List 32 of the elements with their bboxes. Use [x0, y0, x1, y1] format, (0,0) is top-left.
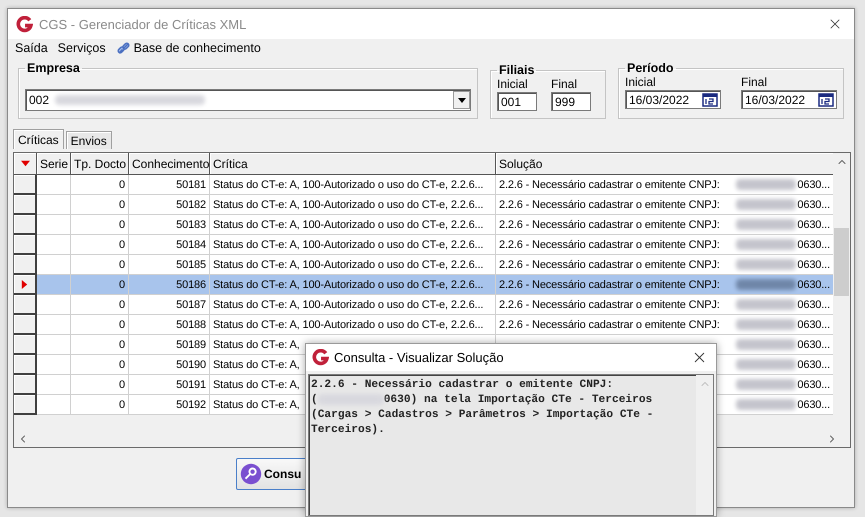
solution-text: 0630... [797, 238, 830, 250]
solution-text: 0630... [797, 338, 830, 350]
solution-text: 0630... [797, 318, 830, 330]
field-label: Inicial [497, 77, 529, 91]
solution-text: 0630... [797, 398, 830, 410]
table-cell: 50192 [129, 395, 210, 415]
solution-text: 0630... [797, 178, 830, 190]
group-legend: Período [625, 61, 676, 75]
text-line: ( [311, 394, 318, 406]
text-line: Terceiros). [311, 424, 385, 436]
field-label: Final [741, 75, 768, 89]
field-label: Final [551, 77, 578, 91]
solution-text: 0630... [797, 218, 830, 230]
group-legend: Empresa [25, 61, 82, 75]
solution-text: 0630... [797, 258, 830, 270]
solution-text: 2.2.6 - Necessário cadastrar o emitente CNPJ: [499, 198, 720, 210]
solution-text: 0630... [797, 198, 830, 210]
solution-text: 0630... [797, 298, 830, 310]
solution-text: 0630... [797, 358, 830, 370]
solution-text: 0630... [797, 278, 830, 290]
table-cell: 0 [71, 395, 129, 415]
solution-text: 2.2.6 - Necessário cadastrar o emitente CNPJ: [499, 258, 720, 270]
group-legend: Filiais [497, 63, 536, 77]
solution-text: 2.2.6 - Necessário cadastrar o emitente CNPJ: [499, 278, 720, 290]
solution-text: 2.2.6 - Necessário cadastrar o emitente CNPJ: [499, 218, 720, 230]
solution-text: 2.2.6 - Necessário cadastrar o emitente CNPJ: [499, 318, 720, 330]
solution-text: 2.2.6 - Necessário cadastrar o emitente CNPJ: [499, 238, 720, 250]
solution-text: 0630... [797, 378, 830, 390]
solution-text: 2.2.6 - Necessário cadastrar o emitente CNPJ: [499, 178, 720, 190]
solution-text: 2.2.6 - Necessário cadastrar o emitente CNPJ: [499, 298, 720, 310]
window-title: CGS - Gerenciador de Críticas XML [39, 16, 248, 32]
field-label: Inicial [625, 75, 657, 89]
